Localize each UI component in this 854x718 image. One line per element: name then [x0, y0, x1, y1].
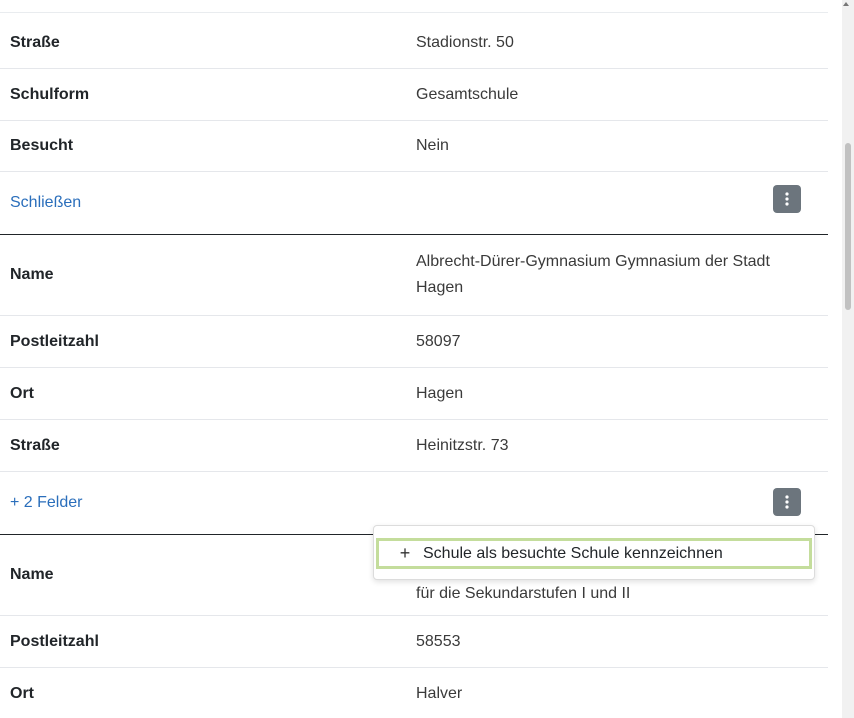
field-value: Gesamtschule	[416, 85, 519, 103]
card-footer: Schließen	[0, 172, 828, 235]
actions-dropdown-menu: + Schule als besuchte Schule kennzeichne…	[373, 525, 815, 580]
field-label: Name	[10, 266, 54, 283]
field-value: Halver	[416, 685, 463, 702]
more-actions-button[interactable]	[773, 488, 801, 516]
field-value: Albrecht-Dürer-Gymnasium Gymnasium der S…	[416, 253, 770, 296]
plus-icon: +	[399, 543, 411, 563]
field-label: Name	[10, 566, 54, 583]
field-row-besucht: Besucht Nein	[0, 121, 828, 172]
field-label: Ort	[10, 685, 34, 702]
kebab-icon	[785, 495, 789, 509]
field-row-strasse: Straße Heinitzstr. 73	[0, 420, 828, 472]
field-label: Besucht	[10, 137, 74, 154]
more-actions-button[interactable]	[773, 185, 801, 213]
field-label: Postleitzahl	[10, 632, 99, 650]
field-value: Stadionstr. 50	[416, 33, 514, 51]
field-label: Ort	[10, 384, 34, 402]
scrollbar-track[interactable]	[842, 0, 854, 718]
field-value: für die Sekundarstufen I und II	[416, 585, 631, 602]
school-list: Straße Stadionstr. 50 Schulform Gesamtsc…	[0, 0, 828, 718]
field-value: 58097	[416, 332, 461, 350]
field-row-ort: Ort Hagen	[0, 368, 828, 420]
field-value: Heinitzstr. 73	[416, 436, 509, 454]
field-row-postleitzahl: Postleitzahl 58553	[0, 616, 828, 668]
field-value: Hagen	[416, 384, 464, 402]
field-row-postleitzahl: Postleitzahl 58097	[0, 316, 828, 368]
field-label: Straße	[10, 436, 60, 454]
field-label: Straße	[10, 33, 60, 51]
field-label: Postleitzahl	[10, 332, 99, 350]
more-fields-link[interactable]: + 2 Felder	[10, 494, 82, 512]
divider	[0, 12, 828, 13]
scrollbar-thumb[interactable]	[845, 143, 851, 310]
scroll-up-arrow-icon[interactable]	[843, 2, 849, 6]
field-row-strasse: Straße Stadionstr. 50	[0, 17, 828, 69]
close-link[interactable]: Schließen	[10, 194, 81, 212]
mark-as-visited-menu-item[interactable]: + Schule als besuchte Schule kennzeichne…	[376, 538, 812, 569]
field-value: Nein	[416, 137, 449, 154]
field-value: 58553	[416, 632, 461, 650]
menu-item-label: Schule als besuchte Schule kennzeichnen	[423, 544, 723, 562]
kebab-icon	[785, 192, 789, 206]
field-label: Schulform	[10, 85, 90, 103]
field-row-ort: Ort Halver	[0, 668, 828, 718]
field-row-schulform: Schulform Gesamtschule	[0, 69, 828, 121]
field-row-name: Name Albrecht-Dürer-Gymnasium Gymnasium …	[0, 235, 828, 316]
